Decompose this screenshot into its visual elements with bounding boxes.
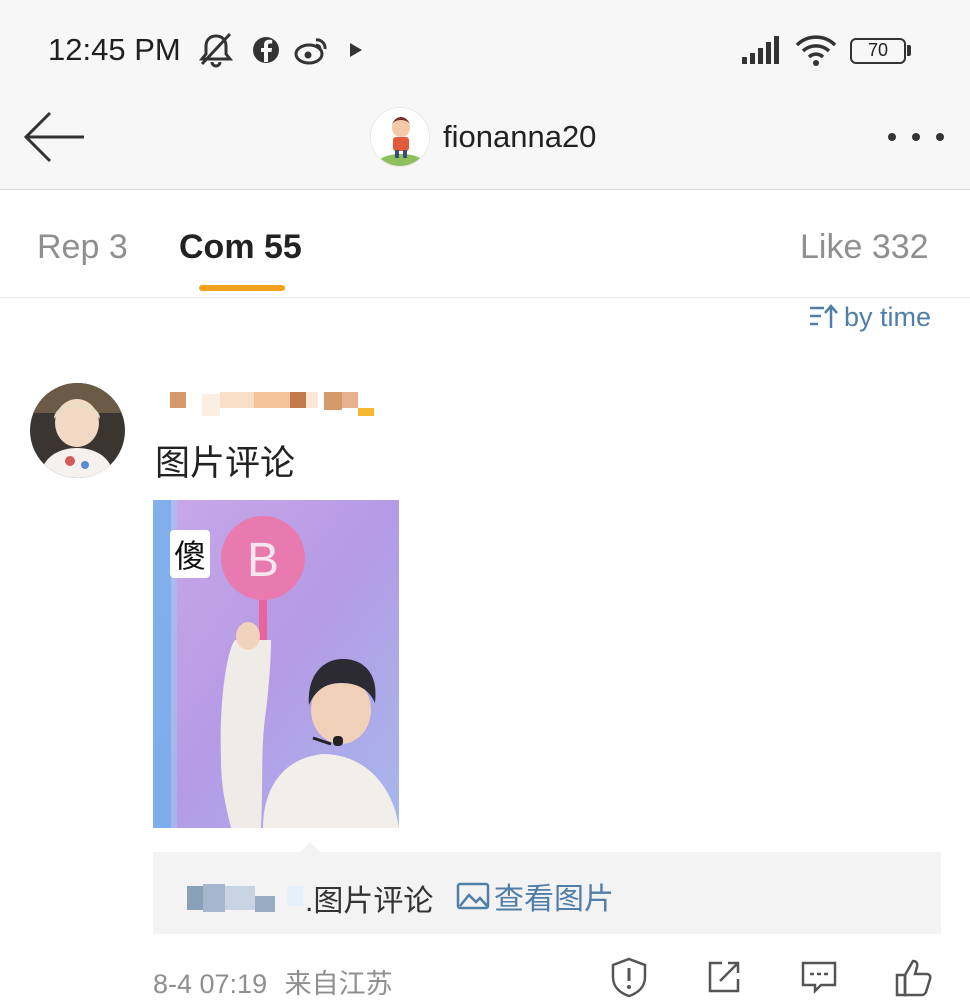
header: fionanna20 <box>0 95 970 190</box>
view-image-link[interactable]: 查看图片 <box>456 874 614 918</box>
tab-bar: Rep 3 Com 55 Like 332 <box>0 190 970 298</box>
status-time: 12:45 PM <box>48 32 181 67</box>
weibo-icon <box>294 38 327 65</box>
battery-icon: 70 <box>850 38 906 64</box>
report-icon[interactable] <box>607 955 651 999</box>
reply-text: .图片评论 <box>305 885 434 918</box>
tab-comments[interactable]: Com 55 <box>179 228 302 267</box>
comment-source: 来自江苏 <box>284 969 393 999</box>
signal-icon <box>742 36 779 64</box>
comment-avatar[interactable] <box>30 383 125 478</box>
sort-by-time-button[interactable]: by time <box>808 300 931 334</box>
share-icon[interactable] <box>702 955 746 999</box>
facebook-icon <box>253 37 279 63</box>
comment-meta: 8-4 07:19 来自江苏 <box>153 962 393 1001</box>
comment-photo: B 傻 <box>153 500 399 828</box>
battery-tip <box>907 45 911 56</box>
active-tab-indicator <box>199 285 285 291</box>
play-store-icon <box>350 43 362 57</box>
header-username[interactable]: fionanna20 <box>443 119 596 155</box>
reply-box-notch <box>300 842 320 852</box>
comment-text: 图片评论 <box>155 444 296 483</box>
user-avatar-image <box>30 383 125 478</box>
comment-timestamp: 8-4 07:19 <box>153 969 268 999</box>
username-blurred[interactable] <box>158 390 376 416</box>
sort-label: by time <box>844 301 932 332</box>
tab-likes[interactable]: Like 332 <box>800 228 929 267</box>
reply-box[interactable]: .图片评论 查看图片 <box>153 852 941 934</box>
status-bar: 12:45 PM 70 <box>0 0 970 95</box>
image-icon <box>456 882 490 910</box>
header-avatar[interactable] <box>370 107 430 167</box>
view-image-label: 查看图片 <box>494 883 614 916</box>
battery-level: 70 <box>867 40 889 60</box>
sort-icon <box>810 304 838 328</box>
sign-letter: B <box>247 534 279 587</box>
reply-username-blurred <box>187 884 303 912</box>
overlay-char: 傻 <box>174 537 206 575</box>
like-icon[interactable] <box>891 955 935 999</box>
more-dots-icon[interactable] <box>880 117 952 157</box>
arrow-left-icon[interactable] <box>22 109 88 165</box>
wifi-icon <box>795 35 837 66</box>
tab-reposts[interactable]: Rep 3 <box>37 228 128 267</box>
reply-icon[interactable] <box>797 955 841 999</box>
comment-image[interactable]: B 傻 <box>153 500 399 828</box>
mute-icon <box>198 32 234 68</box>
cartoon-avatar-image <box>371 108 429 166</box>
